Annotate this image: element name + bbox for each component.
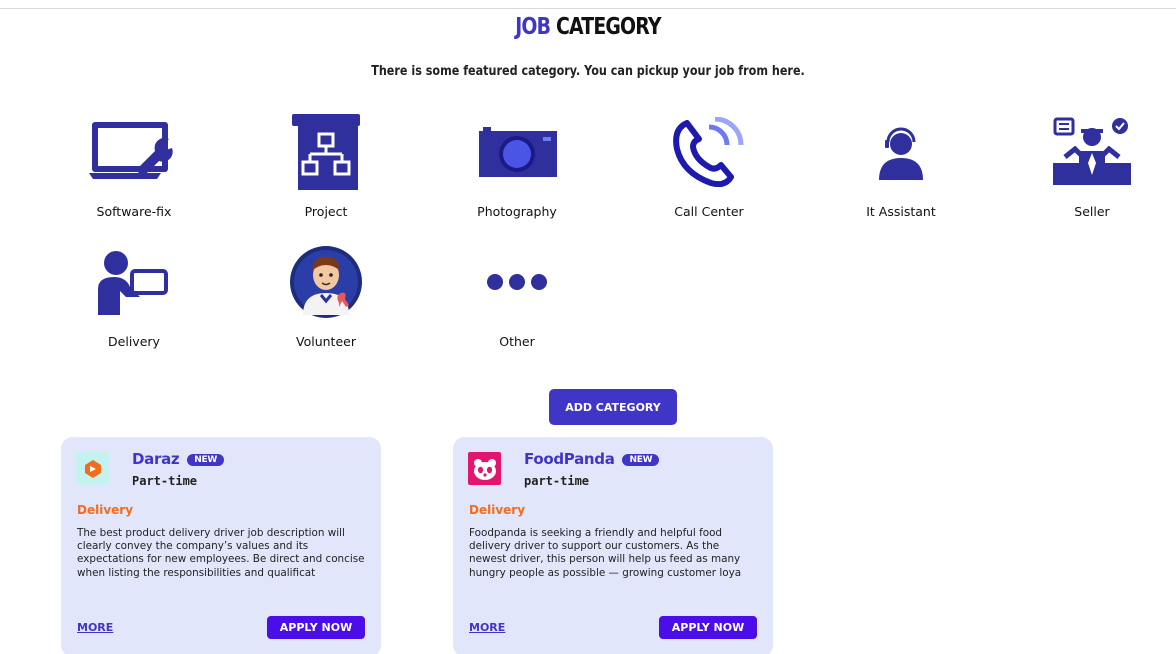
job-category: Delivery (469, 503, 526, 517)
category-software-fix[interactable]: Software-fix (59, 112, 209, 219)
category-label: Other (499, 334, 535, 349)
more-link[interactable]: MORE (77, 621, 113, 634)
apply-now-button[interactable]: APPLY NOW (267, 616, 365, 639)
job-company: FoodPanda NEW (524, 450, 660, 468)
category-volunteer[interactable]: Volunteer (251, 242, 401, 349)
page-title-accent: JOB (515, 14, 551, 40)
page-title: JOB CATEGORY (106, 14, 1070, 40)
job-company-name: Daraz (132, 450, 180, 468)
top-divider (0, 8, 1176, 9)
job-company-name: FoodPanda (524, 450, 615, 468)
new-badge: NEW (187, 454, 224, 466)
project-sitemap-icon (251, 112, 401, 192)
job-company: Daraz NEW (132, 450, 224, 468)
delivery-person-icon (59, 242, 209, 322)
new-badge: NEW (622, 454, 660, 466)
category-label: Software-fix (96, 204, 172, 219)
job-card-foodpanda: FoodPanda NEW part-time Delivery Foodpan… (453, 437, 773, 654)
category-label: It Assistant (866, 204, 936, 219)
category-seller[interactable]: Seller (1017, 112, 1167, 219)
category-other[interactable]: Other (442, 242, 592, 349)
more-link[interactable]: MORE (469, 621, 505, 634)
volunteer-avatar-icon (251, 242, 401, 322)
job-type: Part-time (132, 474, 198, 488)
job-card-daraz: Daraz NEW Part-time Delivery The best pr… (61, 437, 381, 654)
category-label: Delivery (108, 334, 160, 349)
daraz-logo-icon (76, 452, 109, 485)
job-description: The best product delivery driver job des… (77, 527, 365, 579)
job-type: part-time (524, 474, 590, 488)
laptop-wrench-icon (59, 112, 209, 192)
category-delivery[interactable]: Delivery (59, 242, 209, 349)
camera-icon (442, 112, 592, 192)
category-label: Photography (477, 204, 557, 219)
more-dots-icon (442, 242, 592, 322)
page-subtitle: There is some featured category. You can… (371, 64, 805, 79)
add-category-button[interactable]: ADD CATEGORY (549, 389, 677, 425)
apply-now-button[interactable]: APPLY NOW (659, 616, 757, 639)
page-title-rest: CATEGORY (555, 14, 662, 40)
phone-call-icon (634, 112, 784, 192)
seller-icon (1017, 112, 1167, 192)
category-project[interactable]: Project (251, 112, 401, 219)
category-label: Seller (1074, 204, 1110, 219)
foodpanda-logo-icon (468, 452, 501, 485)
category-label: Project (304, 204, 348, 219)
category-photography[interactable]: Photography (442, 112, 592, 219)
job-category: Delivery (77, 503, 134, 517)
job-description: Foodpanda is seeking a friendly and help… (469, 527, 742, 579)
category-call-center[interactable]: Call Center (634, 112, 784, 219)
category-label: Volunteer (296, 334, 356, 349)
category-label: Call Center (674, 204, 744, 219)
headset-user-icon (826, 112, 976, 192)
category-it-assistant[interactable]: It Assistant (826, 112, 976, 219)
